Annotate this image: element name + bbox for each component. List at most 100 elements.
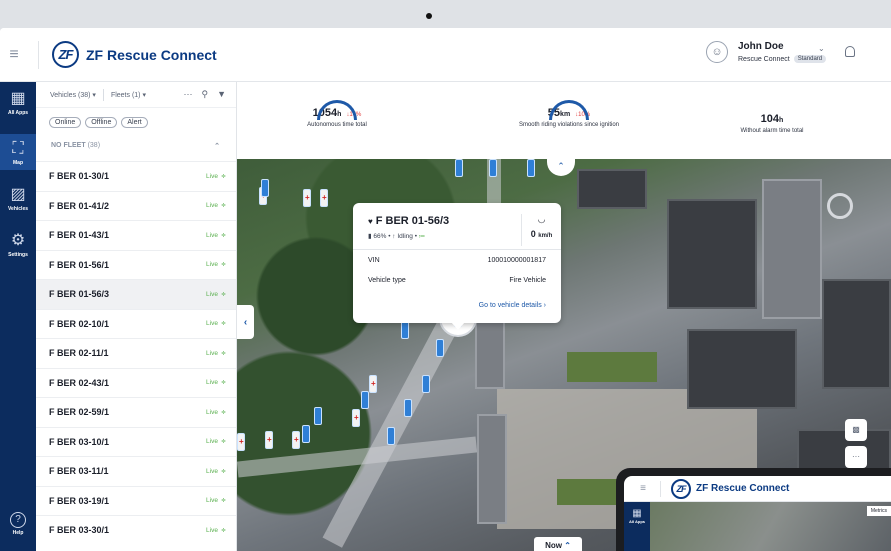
chip-offline[interactable]: Offline	[85, 117, 118, 128]
avatar-icon: ☺	[706, 41, 728, 63]
search-icon[interactable]: ⚲	[201, 89, 208, 100]
map-building	[477, 414, 507, 524]
fleet-group-name: NO FLEET	[51, 142, 86, 149]
signal-icon: ≑	[220, 350, 226, 357]
filter-icon[interactable]: ▼	[217, 89, 226, 100]
fire-vehicle-marker[interactable]	[237, 433, 245, 451]
live-status: Live	[206, 379, 218, 387]
help-icon: ?	[10, 512, 26, 528]
menu-icon[interactable]: ≡	[2, 46, 26, 64]
vehicle-marker[interactable]	[314, 407, 322, 425]
signal-icon: ≑	[220, 321, 226, 328]
fleets-filter[interactable]: Fleets (1) ▾	[111, 91, 146, 99]
more-icon[interactable]: ···	[183, 89, 192, 100]
vehicle-list-item[interactable]: F BER 03-30/1 Live ≑	[36, 515, 236, 545]
metric-label: Smooth riding violations since ignition	[518, 122, 620, 128]
rail-label: Settings	[8, 252, 28, 258]
vehicle-layer-button[interactable]: ▩	[845, 419, 867, 441]
chip-online[interactable]: Online	[49, 117, 82, 128]
type-label: Vehicle type	[368, 277, 406, 284]
live-status: Live	[206, 172, 218, 180]
vehicle-list-item[interactable]: F BER 03-19/1 Live ≑	[36, 485, 236, 516]
vehicle-name: F BER 02-59/1	[49, 407, 110, 418]
speed-value: 0 km/h	[522, 229, 561, 239]
collapse-panel-button[interactable]: ‹	[237, 305, 254, 339]
app-title: ZF Rescue Connect	[86, 46, 217, 63]
vehicle-name: F BER 01-43/1	[49, 230, 110, 241]
fire-vehicle-marker[interactable]	[292, 431, 300, 449]
vehicle-list-item[interactable]: F BER 01-43/1 Live ≑	[36, 220, 236, 250]
bell-icon[interactable]	[845, 46, 855, 57]
rail-item-vehicles[interactable]: ▨ Vehicles	[0, 186, 36, 212]
speed-readout: ◡ 0 km/h	[521, 214, 561, 246]
rail-item-settings[interactable]: ⚙ Settings	[0, 232, 36, 258]
speed-number: 0	[530, 229, 536, 239]
chevron-down-icon[interactable]: ⌄	[818, 44, 825, 53]
type-value: Fire Vehicle	[509, 277, 546, 284]
vehicle-list-item[interactable]: F BER 01-56/3 Live ≑	[36, 279, 236, 309]
tablet-rail: ▦ All Apps	[624, 502, 650, 551]
vehicle-list-item[interactable]: F BER 01-30/1 Live ≑	[36, 161, 236, 191]
chevron-up-icon[interactable]: ⌃	[214, 142, 220, 161]
rail-item-map[interactable]: ⛶ Map	[0, 134, 36, 170]
app-logo[interactable]: ZF ZF Rescue Connect	[52, 41, 217, 68]
fire-vehicle-marker[interactable]	[352, 409, 360, 427]
vehicle-list-item[interactable]: F BER 01-56/1 Live ≑	[36, 249, 236, 280]
vehicle-marker[interactable]	[489, 159, 497, 177]
vehicle-popup: ♥ F BER 01-56/3 ▮ 66% • ↑ Idling • ≔ ◡ 0 …	[353, 203, 561, 330]
fire-vehicle-marker[interactable]	[320, 189, 328, 207]
vehicle-marker[interactable]	[527, 159, 535, 177]
vehicle-marker[interactable]	[455, 159, 463, 177]
user-menu[interactable]: ☺ John Doe Rescue Connect Standard	[706, 41, 827, 63]
signal-icon: ≑	[220, 498, 226, 505]
fleet-group-header[interactable]: NO FLEET (38) ⌃	[36, 128, 236, 161]
vehicle-marker[interactable]	[302, 425, 310, 443]
vehicle-marker[interactable]	[361, 391, 369, 409]
zf-logo-icon: ZF	[52, 41, 79, 68]
vehicle-list-item[interactable]: F BER 03-11/1 Live ≑	[36, 456, 236, 486]
vehicle-marker[interactable]	[422, 375, 430, 393]
now-button[interactable]: Now ⌃	[534, 537, 582, 551]
vehicle-list-item[interactable]: F BER 02-11/1 Live ≑	[36, 338, 236, 368]
map-lawn	[567, 352, 657, 382]
vehicle-details-link[interactable]: Go to vehicle details ›	[479, 302, 546, 309]
gear-icon: ⚙	[10, 232, 26, 249]
vehicle-marker[interactable]	[436, 339, 444, 357]
fire-vehicle-marker[interactable]	[265, 431, 273, 449]
app-screen: ≡ ZF ZF Rescue Connect ☺ John Doe Rescue…	[0, 28, 891, 551]
signal-icon: ≑	[220, 380, 226, 387]
vehicle-list-item[interactable]: F BER 02-10/1 Live ≑	[36, 308, 236, 339]
left-rail: ▦ All Apps ⛶ Map ▨ Vehicles ⚙ Settings	[0, 82, 36, 551]
rail-label: Map	[13, 160, 23, 166]
vehicle-marker[interactable]	[404, 399, 412, 417]
vehicle-marker[interactable]	[401, 321, 409, 339]
live-status: Live	[206, 320, 218, 328]
vehicle-marker[interactable]	[261, 179, 269, 197]
metric-number: 104	[760, 113, 780, 125]
battery-icon: ▮	[368, 233, 372, 240]
vehicle-list-item[interactable]: F BER 03-10/1 Live ≑	[36, 426, 236, 457]
vehicle-list-item[interactable]: F BER 02-59/1 Live ≑	[36, 397, 236, 427]
toolbar-divider	[102, 88, 104, 101]
vin-value: 100010000001817	[487, 257, 546, 264]
fleet-group-title: NO FLEET (38)	[51, 142, 100, 161]
popup-vin-row: VIN 100010000001817	[368, 257, 546, 264]
vehicle-list-item[interactable]: F BER 01-41/2 Live ≑	[36, 190, 236, 221]
rail-item-all-apps[interactable]: ▦ All Apps	[0, 90, 36, 116]
help-button[interactable]: ? Help	[0, 512, 36, 536]
fire-vehicle-marker[interactable]	[303, 189, 311, 207]
help-label: Help	[12, 530, 24, 536]
vehicles-filter[interactable]: Vehicles (38) ▾	[50, 91, 96, 99]
chip-alert[interactable]: Alert	[121, 117, 148, 128]
live-status: Live	[206, 438, 218, 446]
fire-vehicle-marker[interactable]	[369, 375, 377, 393]
more-options-button[interactable]: ···	[845, 446, 867, 468]
vehicle-name: F BER 02-43/1	[49, 377, 110, 388]
chevron-up-icon[interactable]: ⌃	[547, 159, 575, 176]
tablet-rail-label: All Apps	[628, 519, 646, 524]
vehicle-marker[interactable]	[387, 427, 395, 445]
vehicle-list-item[interactable]: F BER 02-43/1 Live ≑	[36, 367, 236, 398]
metric-label: Without alarm time total	[740, 128, 804, 134]
vehicle-name: F BER 01-56/3	[49, 289, 110, 300]
live-status: Live	[206, 497, 218, 505]
